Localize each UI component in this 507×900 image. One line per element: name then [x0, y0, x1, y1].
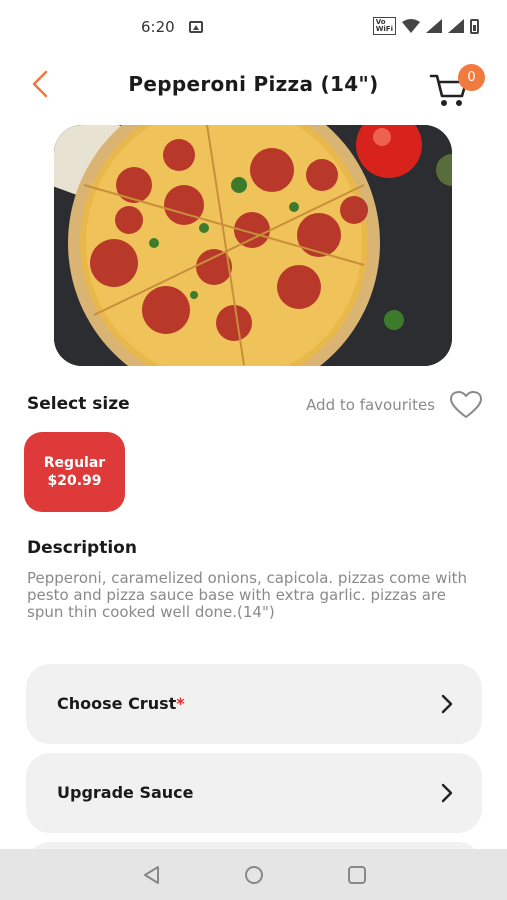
signal-icon-2 [448, 19, 464, 33]
top-bar: Pepperoni Pizza (14") 0 [0, 52, 507, 116]
size-section-header: Select size Add to favourites [27, 390, 483, 420]
volte-icon: Vo WiFi [372, 17, 396, 35]
description-title: Description [27, 538, 137, 558]
heart-icon [450, 391, 482, 418]
select-size-label: Select size [27, 394, 130, 414]
size-price: $20.99 [47, 473, 102, 489]
size-name: Regular [43, 455, 106, 471]
volte-bottom-text: WiFi [375, 25, 393, 33]
wifi-icon [402, 19, 420, 33]
upgrade-sauce-label: Upgrade Sauce [57, 783, 194, 802]
choose-crust-option[interactable]: Choose Crust* [26, 664, 482, 744]
back-triangle-icon[interactable] [141, 864, 163, 886]
description-text: Pepperoni, caramelized onions, capicola.… [27, 569, 468, 621]
upgrade-sauce-option[interactable]: Upgrade Sauce [26, 753, 482, 833]
add-to-favourites-button[interactable]: Add to favourites [306, 390, 483, 420]
pepperoni-pizza-photo [54, 125, 452, 366]
system-nav-bar [0, 849, 507, 900]
image-icon [189, 21, 203, 33]
home-circle-icon[interactable] [243, 864, 265, 886]
chevron-right-icon [441, 694, 453, 714]
status-time: 6:20 [141, 18, 175, 36]
choose-crust-text: Choose Crust [57, 694, 177, 713]
product-image [54, 125, 452, 366]
cart-button[interactable]: 0 [428, 64, 490, 108]
choose-crust-label: Choose Crust* [57, 694, 185, 713]
battery-icon [470, 18, 479, 34]
cart-badge: 0 [458, 64, 485, 91]
add-to-favourites-label: Add to favourites [306, 396, 435, 414]
signal-icon [426, 19, 442, 33]
status-icons: Vo WiFi [372, 17, 479, 35]
chevron-right-icon [441, 783, 453, 803]
size-option-regular[interactable]: Regular $20.99 [24, 432, 125, 512]
recents-square-icon[interactable] [346, 864, 368, 886]
required-star: * [176, 694, 185, 713]
status-bar: 6:20 Vo WiFi [0, 0, 507, 52]
